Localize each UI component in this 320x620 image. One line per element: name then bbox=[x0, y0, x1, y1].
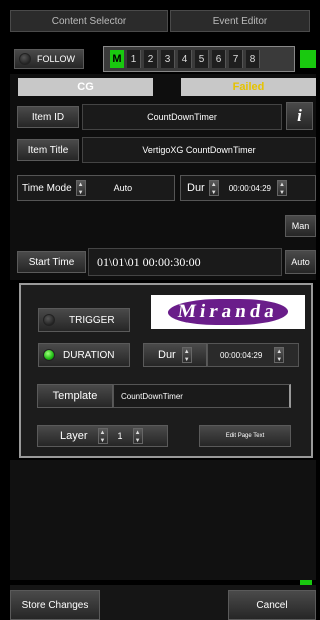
cancel-label: Cancel bbox=[256, 599, 288, 611]
start-time-label-text: Start Time bbox=[28, 256, 75, 268]
item-id-label: Item ID bbox=[17, 106, 79, 128]
item-id-value: CountDownTimer bbox=[147, 112, 217, 122]
miranda-logo: Miranda bbox=[151, 295, 305, 329]
tab-content-selector[interactable]: Content Selector bbox=[10, 10, 168, 32]
time-mode-spinner-icon[interactable]: ▲ ▼ bbox=[75, 180, 86, 196]
template-label-text: Template bbox=[52, 390, 98, 402]
duration-led-icon bbox=[43, 349, 55, 361]
channel-button-8[interactable]: 8 bbox=[246, 50, 260, 68]
template-value: CountDownTimer bbox=[121, 391, 183, 401]
item-title-field[interactable]: VertigoXG CountDownTimer bbox=[82, 137, 316, 163]
start-time-mode-button[interactable]: Auto bbox=[285, 250, 316, 274]
plugin-dur-field[interactable]: 00:00:04:29 ▲ ▼ bbox=[207, 343, 299, 367]
tab-event-editor[interactable]: Event Editor bbox=[170, 10, 310, 32]
edit-page-text-button[interactable]: Edit Page Text bbox=[199, 425, 291, 447]
channel-button-6[interactable]: 6 bbox=[212, 50, 226, 68]
layer-value: 1 bbox=[117, 431, 123, 441]
start-time-label: Start Time bbox=[17, 251, 86, 273]
channel-button-4[interactable]: 4 bbox=[178, 50, 192, 68]
plugin-duration-control: Dur ▲ ▼ 00:00:04:29 ▲ ▼ bbox=[143, 343, 299, 367]
plugin-dur-button[interactable]: Dur ▲ ▼ bbox=[143, 343, 207, 367]
failed-status: Failed bbox=[181, 78, 316, 96]
store-changes-button[interactable]: Store Changes bbox=[10, 590, 100, 620]
duration-top-right-spinner-icon[interactable]: ▲ ▼ bbox=[277, 180, 287, 196]
template-field[interactable]: CountDownTimer bbox=[113, 384, 291, 408]
plugin-dur-left-spinner-icon[interactable]: ▲ ▼ bbox=[181, 347, 192, 363]
item-id-field[interactable]: CountDownTimer bbox=[82, 104, 282, 130]
plugin-dur-right-spinner-icon[interactable]: ▲ ▼ bbox=[274, 347, 285, 363]
channel-button-5[interactable]: 5 bbox=[195, 50, 209, 68]
man-button[interactable]: Man bbox=[285, 215, 316, 237]
item-title-value: VertigoXG CountDownTimer bbox=[142, 145, 256, 155]
duration-top-left-spinner-icon[interactable]: ▲ ▼ bbox=[208, 180, 219, 196]
miranda-logo-text: Miranda bbox=[166, 299, 290, 325]
item-title-label: Item Title bbox=[17, 139, 79, 161]
duration-top-field[interactable]: Dur ▲ ▼ 00:00:04:29 ▲ ▼ bbox=[180, 175, 316, 201]
layer-label: Layer bbox=[60, 430, 88, 442]
time-mode-label: Time Mode bbox=[22, 182, 72, 194]
channel-active-indicator bbox=[300, 50, 316, 68]
store-changes-label: Store Changes bbox=[21, 599, 89, 611]
plugin-dur-value: 00:00:04:29 bbox=[220, 350, 263, 360]
start-time-value: 01\01\01 00:00:30:00 bbox=[97, 254, 201, 269]
tab-event-editor-label: Event Editor bbox=[212, 15, 268, 27]
start-time-mode-label: Auto bbox=[291, 257, 310, 267]
channel-button-7[interactable]: 7 bbox=[229, 50, 243, 68]
trigger-label: TRIGGER bbox=[69, 314, 115, 326]
trigger-button[interactable]: TRIGGER bbox=[38, 308, 130, 332]
duration-top-value: 00:00:04:29 bbox=[228, 183, 271, 193]
item-title-label-text: Item Title bbox=[27, 144, 69, 156]
duration-label: DURATION bbox=[63, 349, 115, 361]
duration-button[interactable]: DURATION bbox=[38, 343, 130, 367]
edit-page-text-label: Edit Page Text bbox=[225, 433, 265, 439]
time-mode-select[interactable]: Time Mode ▲ ▼ Auto bbox=[17, 175, 175, 201]
time-mode-value: Auto bbox=[113, 183, 133, 193]
layer-left-spinner-icon[interactable]: ▲ ▼ bbox=[97, 428, 108, 444]
tab-content-selector-label: Content Selector bbox=[51, 15, 127, 27]
failed-label: Failed bbox=[232, 81, 265, 93]
item-id-label-text: Item ID bbox=[31, 111, 65, 123]
cg-status: CG bbox=[18, 78, 153, 96]
follow-button[interactable]: FOLLOW bbox=[14, 49, 84, 69]
layer-control: Layer ▲ ▼ 1 ▲ ▼ bbox=[37, 425, 168, 447]
channel-button-m[interactable]: M bbox=[110, 50, 124, 68]
info-button[interactable]: i bbox=[286, 102, 313, 130]
man-button-label: Man bbox=[291, 221, 310, 231]
follow-label: FOLLOW bbox=[37, 54, 76, 64]
channel-button-1[interactable]: 1 bbox=[127, 50, 141, 68]
info-icon: i bbox=[297, 106, 302, 125]
channel-button-3[interactable]: 3 bbox=[161, 50, 175, 68]
start-time-field[interactable]: 01\01\01 00:00:30:00 bbox=[88, 248, 282, 276]
channel-selector: M 1 2 3 4 5 6 7 8 bbox=[103, 46, 295, 72]
cg-label: CG bbox=[77, 81, 94, 93]
layer-right-spinner-icon[interactable]: ▲ ▼ bbox=[132, 428, 143, 444]
lower-panel bbox=[10, 460, 316, 580]
follow-led-icon bbox=[19, 53, 31, 65]
cancel-button[interactable]: Cancel bbox=[228, 590, 316, 620]
channel-button-2[interactable]: 2 bbox=[144, 50, 158, 68]
duration-top-label: Dur bbox=[187, 182, 205, 194]
trigger-led-icon bbox=[43, 314, 55, 326]
plugin-dur-label: Dur bbox=[158, 349, 176, 361]
template-label: Template bbox=[37, 384, 113, 408]
